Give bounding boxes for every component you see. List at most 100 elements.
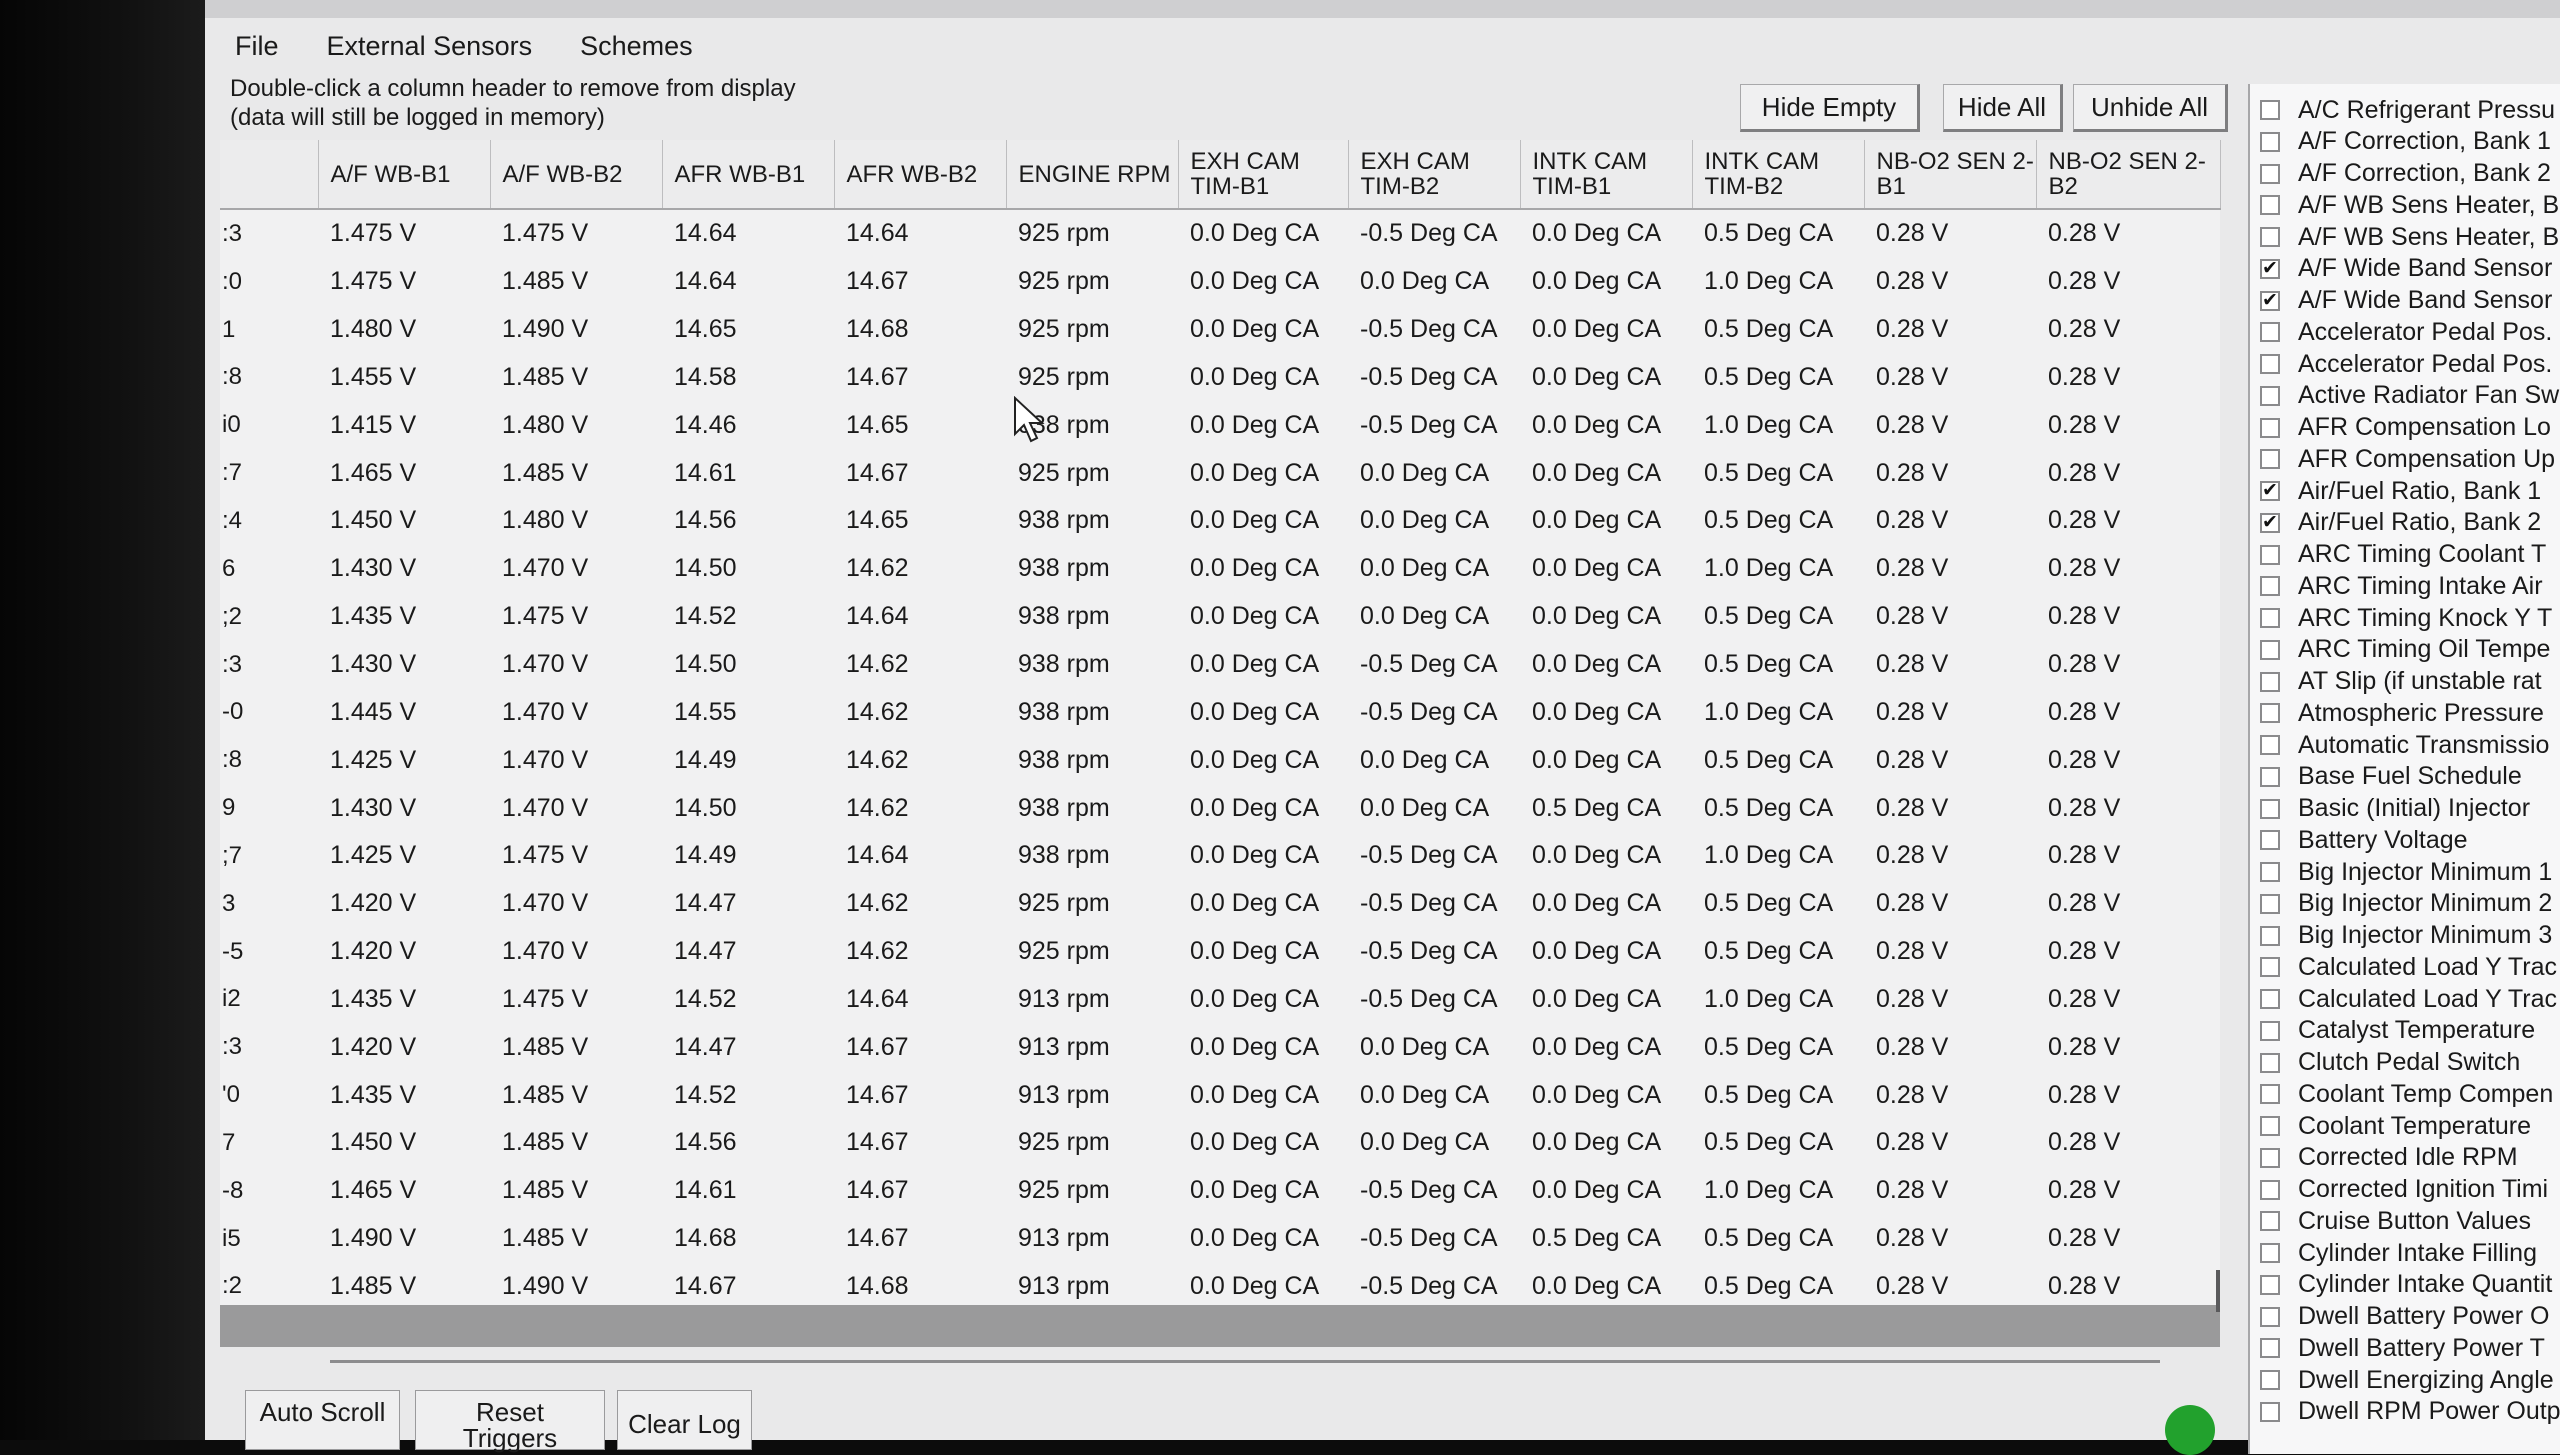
column-header[interactable]: AFR WB-B1	[662, 140, 835, 210]
sensor-list-item[interactable]: A/F WB Sens Heater, B	[2260, 221, 2559, 253]
sensor-checkbox[interactable]	[2260, 449, 2280, 470]
sensor-list-item[interactable]: Atmospheric Pressure	[2260, 697, 2544, 729]
sensor-checkbox[interactable]	[2260, 544, 2280, 565]
sensor-list-item[interactable]: ARC Timing Intake Air	[2260, 570, 2543, 602]
sensor-checkbox[interactable]: ✔	[2260, 481, 2280, 501]
column-header[interactable]: EXH CAM TIM-B1	[1178, 140, 1349, 210]
sensor-list-item[interactable]: Dwell Energizing Angle	[2260, 1364, 2554, 1396]
sensor-list-item[interactable]: Coolant Temperature	[2260, 1110, 2531, 1142]
sensor-list-item[interactable]: Base Fuel Schedule	[2260, 761, 2522, 793]
sensor-checkbox[interactable]	[2260, 227, 2280, 247]
sensor-checkbox[interactable]	[2260, 925, 2280, 946]
sensor-checkbox[interactable]	[2260, 1052, 2280, 1073]
sensor-list-item[interactable]: Calculated Load Y Trac	[2260, 983, 2557, 1015]
sensor-list-item[interactable]: AFR Compensation Up	[2260, 443, 2555, 475]
sensor-checkbox[interactable]	[2260, 100, 2280, 120]
sensor-list-item[interactable]: Big Injector Minimum 3	[2260, 920, 2552, 952]
column-header[interactable]: AFR WB-B2	[834, 140, 1007, 210]
sensor-checkbox[interactable]: ✔	[2260, 290, 2280, 311]
sensor-list-item[interactable]: Calculated Load Y Trac	[2260, 951, 2557, 983]
sensor-list-item[interactable]: ✔ Air/Fuel Ratio, Bank 2	[2260, 507, 2541, 539]
sensor-checkbox[interactable]	[2260, 671, 2280, 692]
sensor-checkbox[interactable]: ✔	[2260, 258, 2280, 279]
sensor-list-item[interactable]: A/C Refrigerant Pressu	[2260, 94, 2555, 126]
sensor-list-item[interactable]: ARC Timing Coolant T	[2260, 539, 2546, 571]
sensor-list-item[interactable]: Cruise Button Values	[2260, 1205, 2531, 1237]
sensor-checkbox[interactable]	[2260, 1243, 2280, 1263]
sensor-checkbox[interactable]	[2260, 1179, 2280, 1200]
sensor-checkbox[interactable]	[2260, 576, 2280, 597]
sensor-list-item[interactable]: A/F Correction, Bank 1	[2260, 126, 2551, 158]
sensor-list-item[interactable]: ✔ A/F Wide Band Sensor	[2260, 285, 2552, 317]
clear-log-button[interactable]: Clear Log	[617, 1390, 752, 1450]
sensor-list-item[interactable]: Coolant Temp Compen	[2260, 1078, 2553, 1110]
header-index-column[interactable]	[220, 140, 319, 210]
auto-scroll-button[interactable]: Auto Scroll	[245, 1390, 400, 1450]
sensor-checkbox[interactable]	[2260, 1370, 2280, 1390]
vertical-scroll-thumb[interactable]	[2216, 1270, 2220, 1312]
sensor-list-item[interactable]: ✔ A/F Wide Band Sensor	[2260, 253, 2552, 285]
sensor-checkbox[interactable]	[2260, 639, 2280, 660]
sensor-list-item[interactable]: Catalyst Temperature	[2260, 1015, 2535, 1047]
sensor-list-item[interactable]: A/F Correction, Bank 2	[2260, 158, 2551, 190]
sensor-list-item[interactable]: Cylinder Intake Filling	[2260, 1237, 2537, 1269]
sensor-list-item[interactable]: Dwell Battery Power T	[2260, 1332, 2545, 1364]
menu-file[interactable]: File	[235, 31, 279, 62]
sensor-checkbox[interactable]	[2260, 354, 2280, 374]
sensor-list-item[interactable]: Cylinder Intake Quantit	[2260, 1269, 2552, 1301]
column-header[interactable]: NB-O2 SEN 2-B1	[1864, 140, 2037, 210]
sensor-list-item[interactable]: Corrected Idle RPM	[2260, 1142, 2518, 1174]
sensor-list-item[interactable]: Clutch Pedal Switch	[2260, 1047, 2520, 1079]
hide-empty-button[interactable]: Hide Empty	[1740, 84, 1920, 132]
sensor-checkbox[interactable]	[2260, 417, 2280, 438]
sensor-checkbox[interactable]	[2260, 1211, 2280, 1232]
sensor-checkbox[interactable]	[2260, 1274, 2280, 1295]
sensor-checkbox[interactable]	[2260, 957, 2280, 978]
sensor-checkbox[interactable]	[2260, 163, 2280, 184]
sensor-checkbox[interactable]	[2260, 1116, 2280, 1136]
column-header[interactable]: EXH CAM TIM-B2	[1348, 140, 1521, 210]
sensor-checkbox[interactable]	[2260, 1020, 2280, 1041]
sensor-list-panel[interactable]: A/C Refrigerant Pressu A/F Correction, Ba…	[2248, 84, 2560, 1454]
column-header[interactable]: INTK CAM TIM-B1	[1520, 140, 1693, 210]
sensor-list-item[interactable]: Dwell RPM Power Outp	[2260, 1396, 2560, 1428]
sensor-checkbox[interactable]	[2260, 131, 2280, 152]
sensor-list-item[interactable]: ✔ Air/Fuel Ratio, Bank 1	[2260, 475, 2541, 507]
sensor-list-item[interactable]: ARC Timing Knock Y T	[2260, 602, 2552, 634]
column-header[interactable]: ENGINE RPM	[1006, 140, 1179, 210]
column-header[interactable]: INTK CAM TIM-B2	[1692, 140, 1865, 210]
column-header[interactable]: NB-O2 SEN 2-B2	[2036, 140, 2221, 210]
sensor-list-item[interactable]: Basic (Initial) Injector	[2260, 793, 2530, 825]
sensor-checkbox[interactable]	[2260, 766, 2280, 787]
sensor-checkbox[interactable]	[2260, 1147, 2280, 1168]
sensor-checkbox[interactable]	[2260, 703, 2280, 724]
sensor-checkbox[interactable]	[2260, 989, 2280, 1009]
sensor-list-item[interactable]: Accelerator Pedal Pos.	[2260, 316, 2552, 348]
sensor-checkbox[interactable]	[2260, 798, 2280, 819]
sensor-checkbox[interactable]	[2260, 1084, 2280, 1105]
sensor-list-item[interactable]: Battery Voltage	[2260, 824, 2468, 856]
menu-schemes[interactable]: Schemes	[580, 31, 693, 62]
sensor-list-item[interactable]: Accelerator Pedal Pos.	[2260, 348, 2552, 380]
sensor-checkbox[interactable]	[2260, 608, 2280, 628]
horizontal-scrollbar[interactable]	[220, 1305, 2220, 1347]
sensor-checkbox[interactable]	[2260, 735, 2280, 755]
sensor-list-item[interactable]: Big Injector Minimum 2	[2260, 888, 2552, 920]
column-header[interactable]: A/F WB-B1	[318, 140, 491, 210]
sensor-list-item[interactable]: Automatic Transmissio	[2260, 729, 2549, 761]
sensor-checkbox[interactable]	[2260, 322, 2280, 343]
sensor-list-item[interactable]: ARC Timing Oil Tempe	[2260, 634, 2550, 666]
sensor-checkbox[interactable]	[2260, 385, 2280, 406]
sensor-list-item[interactable]: AFR Compensation Lo	[2260, 412, 2551, 444]
sensor-list-item[interactable]: AT Slip (if unstable rat	[2260, 666, 2542, 698]
reset-triggers-button[interactable]: Reset Triggers	[415, 1390, 605, 1451]
unhide-all-button[interactable]: Unhide All	[2073, 84, 2228, 132]
sensor-list-item[interactable]: A/F WB Sens Heater, B	[2260, 189, 2559, 221]
sensor-list-item[interactable]: Active Radiator Fan Sw	[2260, 380, 2559, 412]
sensor-checkbox[interactable]	[2260, 1401, 2280, 1422]
sensor-checkbox[interactable]	[2260, 830, 2280, 851]
sensor-list-item[interactable]: Corrected Ignition Timi	[2260, 1174, 2548, 1206]
sensor-checkbox[interactable]	[2260, 862, 2280, 882]
hide-all-button[interactable]: Hide All	[1943, 84, 2063, 132]
sensor-checkbox[interactable]	[2260, 1338, 2280, 1359]
